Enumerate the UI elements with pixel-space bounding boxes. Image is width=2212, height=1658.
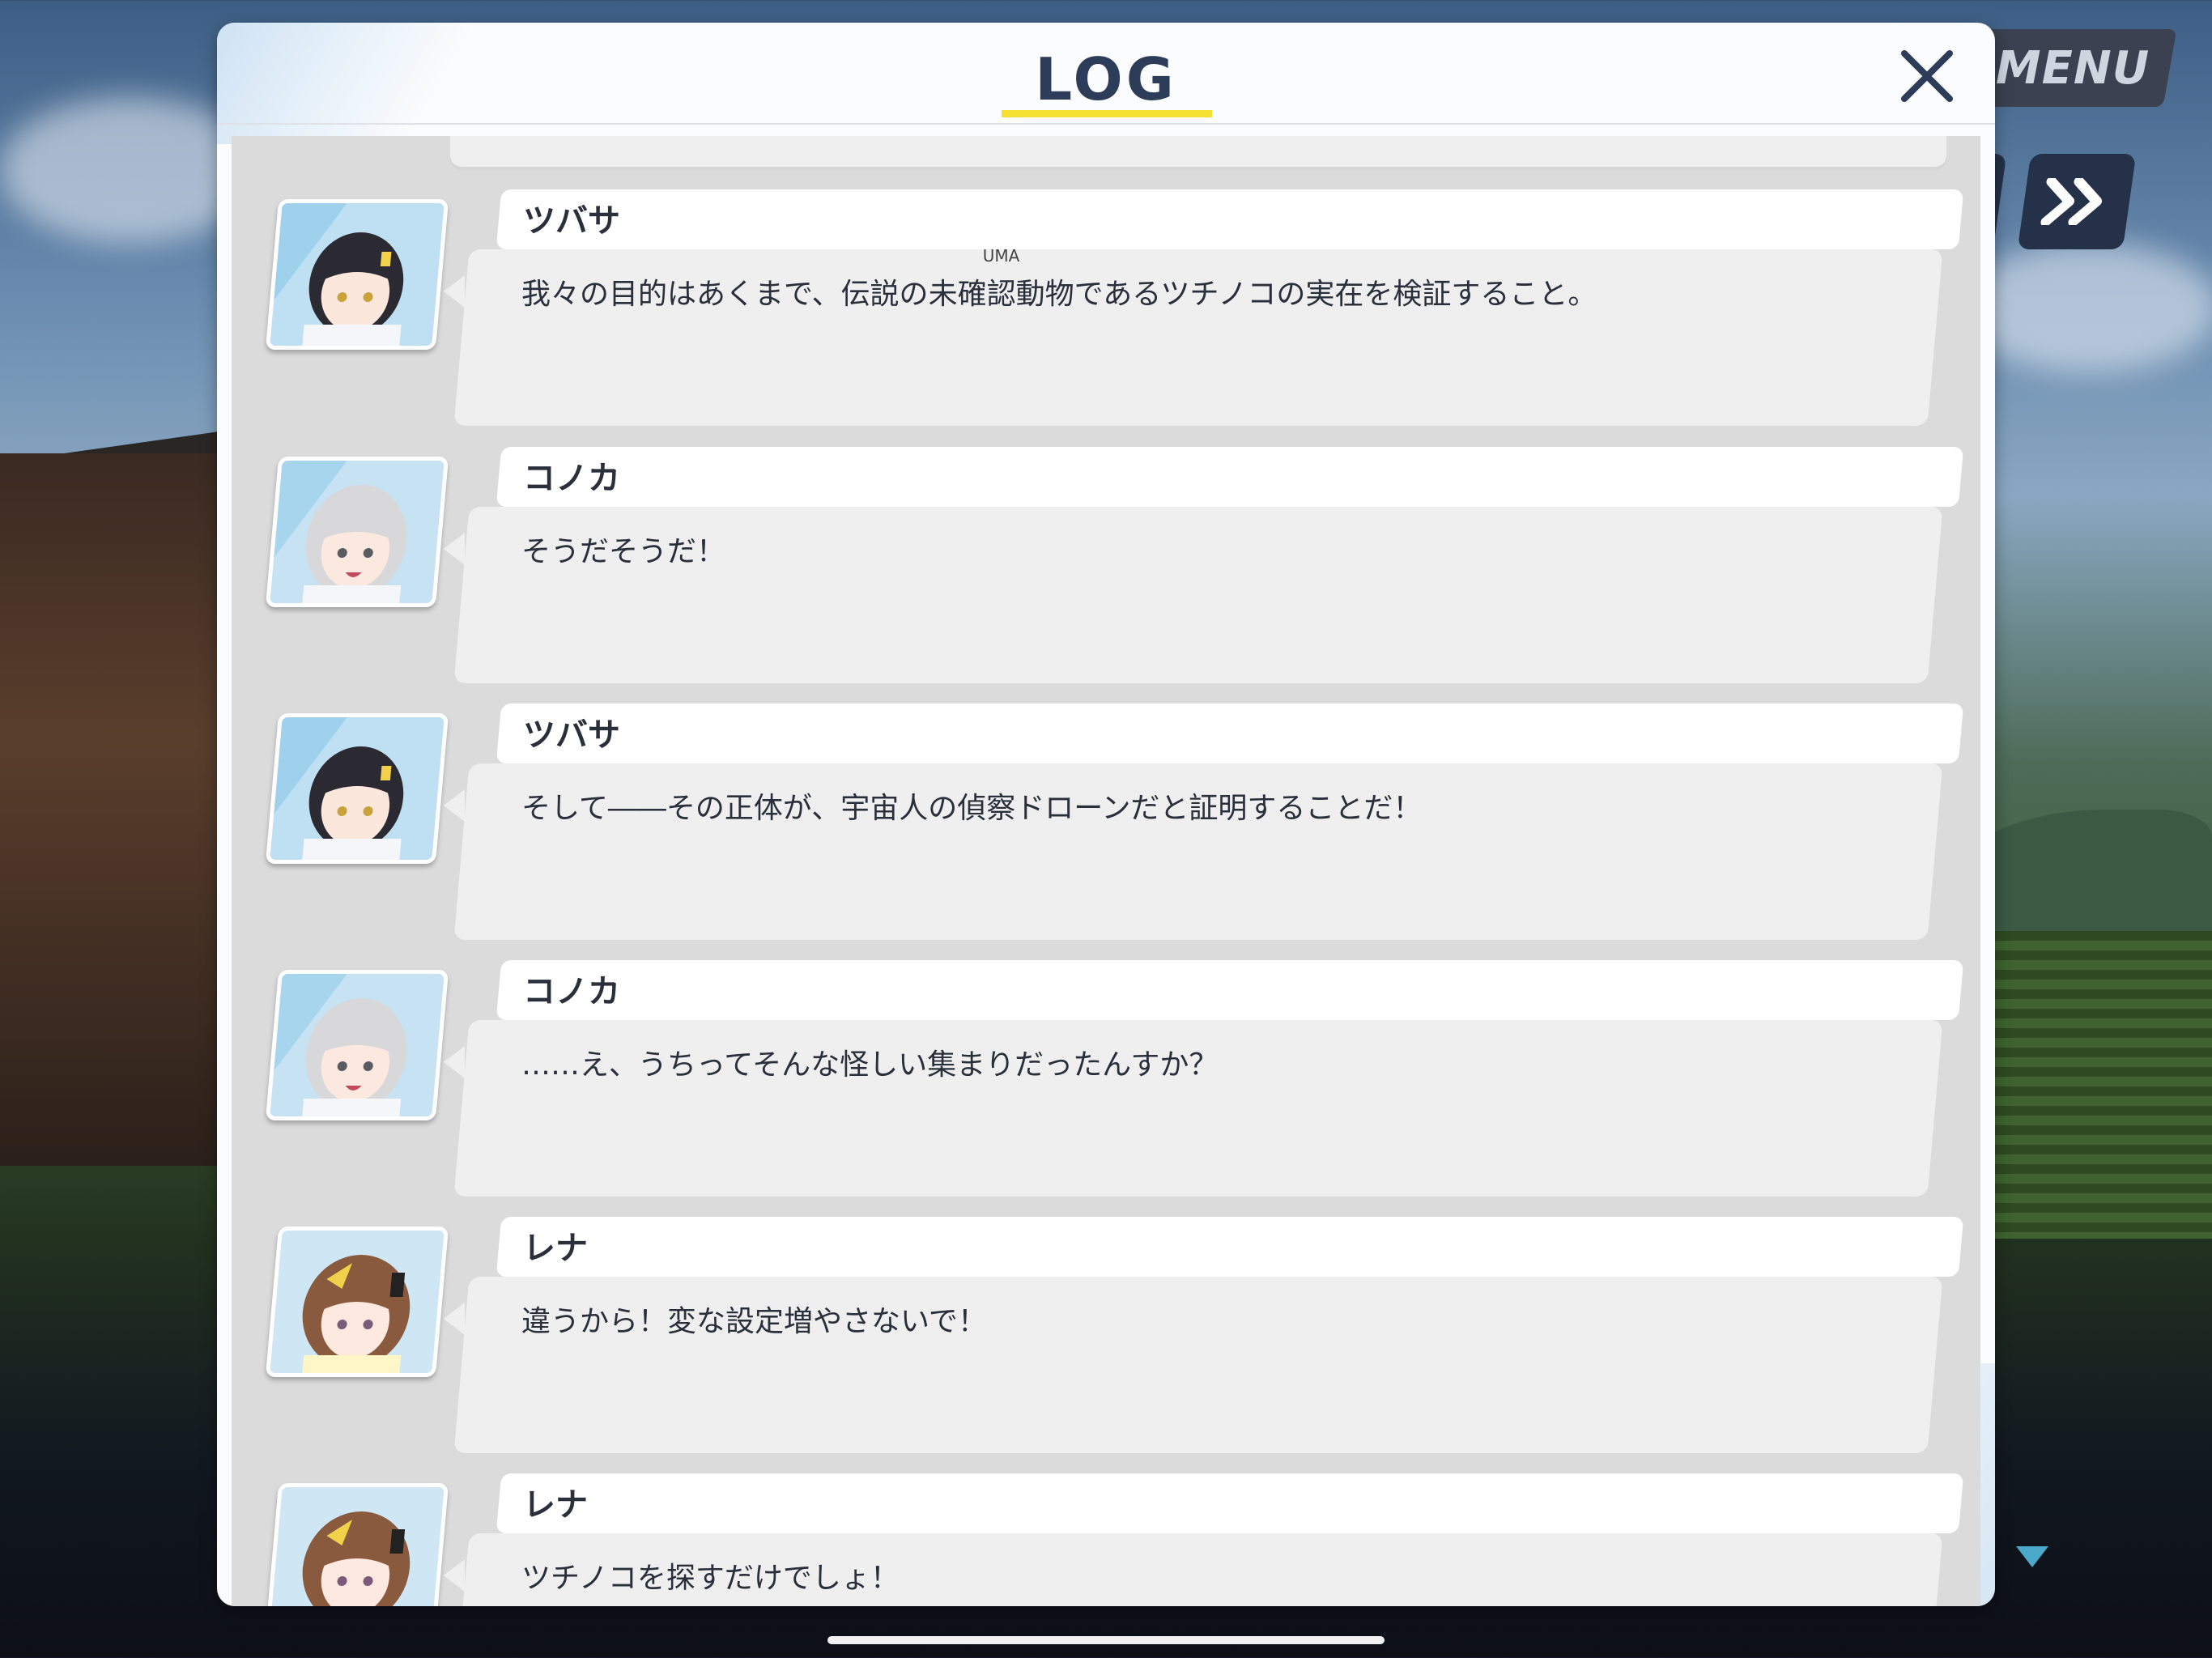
fast-forward-icon <box>2040 178 2103 225</box>
speaker-name-bar <box>496 960 1964 1020</box>
message-text: ……え、うちってそんな怪しい集まりだったんすか？ <box>521 1048 1219 1082</box>
log-entry: ツバサ そして――その正体が、宇宙人の偵察ドローンだと証明することだ！ <box>232 704 1980 946</box>
message-text: ツチノコを探すだけでしょ！ <box>521 1562 900 1595</box>
message-text: そうだそうだ！ <box>521 535 726 568</box>
tsubasa-portrait-icon <box>265 199 449 350</box>
message-text-part: であるツチノコの実在を検証すること。 <box>1074 278 1597 311</box>
speaker-name: ツバサ <box>523 202 620 240</box>
speaker-name-bar <box>496 704 1964 763</box>
rena-portrait-icon <box>265 1483 449 1606</box>
message-text: そして――その正体が、宇宙人の偵察ドローンだと証明することだ！ <box>521 792 1423 825</box>
speaker-name: ツバサ <box>523 716 620 754</box>
konoka-portrait-icon <box>265 970 449 1120</box>
bubble-tail <box>444 1046 465 1078</box>
speaker-name-bar <box>496 447 1964 507</box>
ruby-annotation: 未確認動物 UMA <box>928 246 1074 312</box>
log-scroll-area[interactable]: ツバサ 我々の目的はあくまで、伝説の未確認動物 UMA であるツチノコの実在を検証す… <box>232 136 1980 1606</box>
message-text: 違うから！変な設定増やさないで！ <box>521 1305 987 1338</box>
log-title: LOG <box>1035 45 1177 113</box>
bubble-tail <box>444 1303 465 1335</box>
message-text-part: 我々の目的はあくまで、伝説の <box>521 278 929 311</box>
background-cloud <box>1959 243 2212 372</box>
log-entry: コノカ ……え、うちってそんな怪しい集まりだったんすか？ <box>232 960 1980 1203</box>
scroll-down-indicator-icon <box>2016 1546 2048 1567</box>
log-entry: レナ 違うから！変な設定増やさないで！ <box>232 1217 1980 1460</box>
menu-label: MENU <box>1995 41 2150 95</box>
rena-portrait-icon <box>265 1226 449 1377</box>
menu-button[interactable]: MENU <box>1968 29 2177 107</box>
speaker-name: レナ <box>523 1486 588 1524</box>
bubble-tail <box>444 789 465 822</box>
tsubasa-portrait-icon <box>265 713 449 864</box>
bubble-tail <box>444 533 465 565</box>
bubble-tail <box>444 1559 465 1592</box>
ruby-text: UMA <box>982 246 1020 266</box>
log-entry: ツバサ 我々の目的はあくまで、伝説の未確認動物 UMA であるツチノコの実在を検証す… <box>232 189 1980 432</box>
speaker-name-bar <box>496 189 1964 249</box>
log-entry: コノカ そうだそうだ！ <box>232 447 1980 690</box>
speaker-name: レナ <box>523 1230 588 1267</box>
speaker-name: コノカ <box>523 460 620 497</box>
speaker-name-bar <box>496 1217 1964 1277</box>
speaker-name-bar <box>496 1473 1964 1533</box>
log-entry: レナ ツチノコを探すだけでしょ！ <box>232 1473 1980 1606</box>
bubble-tail <box>444 275 465 308</box>
header-divider <box>217 123 1995 125</box>
home-indicator[interactable] <box>827 1636 1385 1644</box>
speaker-name: コノカ <box>523 973 620 1010</box>
fast-forward-button[interactable] <box>2017 154 2137 249</box>
background-shed <box>0 453 219 1166</box>
background-field <box>1961 931 2212 1239</box>
ruby-base: 未確認動物 <box>928 278 1074 311</box>
konoka-portrait-icon <box>265 457 449 607</box>
message-text: 我々の目的はあくまで、伝説の未確認動物 UMA であるツチノコの実在を検証すること。 <box>521 246 1597 312</box>
log-panel: LOG ツバサ 我々の目的はあくまで、伝説の未確認動物 UMA であるツチノコの… <box>217 23 1995 1606</box>
close-icon <box>1901 50 1953 102</box>
previous-entry-stub <box>450 136 1946 167</box>
close-button[interactable] <box>1893 42 1961 110</box>
title-underline <box>1002 110 1212 117</box>
